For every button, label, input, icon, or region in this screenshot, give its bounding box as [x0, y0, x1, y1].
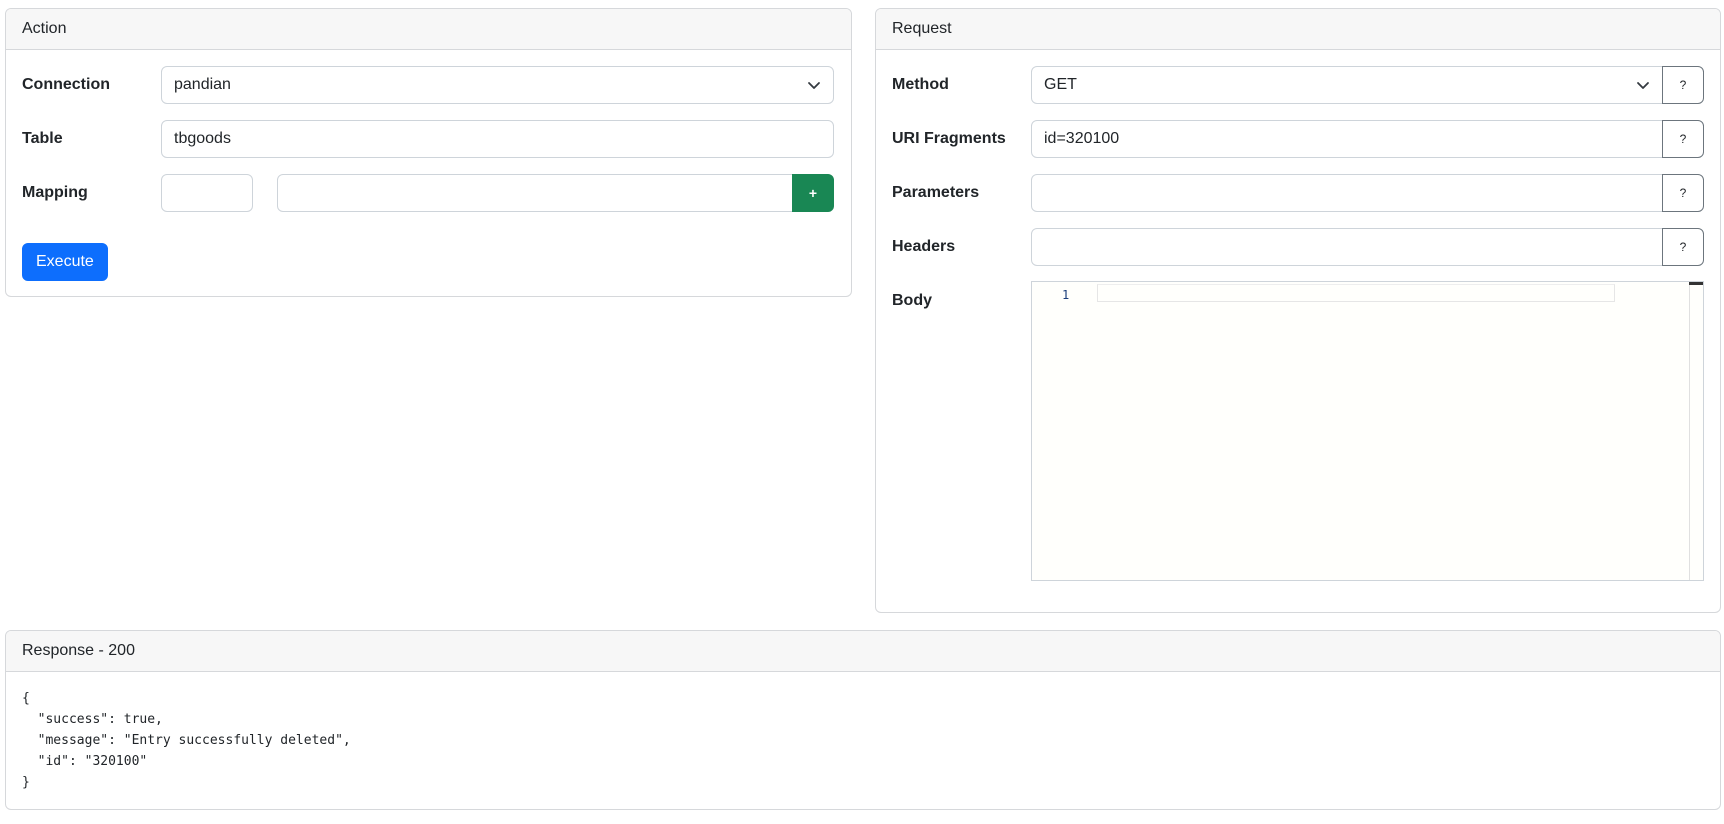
method-select-value: GET — [1044, 76, 1077, 93]
response-body: { "success": true, "message": "Entry suc… — [22, 691, 351, 790]
uri-fragments-help-button[interactable]: ? — [1662, 120, 1704, 158]
action-panel: Action Connection pandian Table tbgoods … — [5, 8, 852, 297]
method-help-button[interactable]: ? — [1662, 66, 1704, 104]
uri-fragments-label: URI Fragments — [892, 130, 1006, 147]
body-code-editor[interactable]: 1 — [1031, 281, 1704, 581]
headers-row: Headers ? — [876, 228, 1720, 266]
parameters-label: Parameters — [892, 184, 980, 201]
mapping-row: Mapping + — [6, 174, 851, 212]
parameters-input[interactable] — [1031, 174, 1663, 212]
uri-fragments-row: URI Fragments id=320100 ? — [876, 120, 1720, 158]
connection-select-value: pandian — [174, 76, 231, 93]
table-input-value: tbgoods — [174, 130, 231, 147]
action-panel-header: Action — [6, 9, 851, 50]
table-label: Table — [22, 130, 63, 147]
headers-label: Headers — [892, 238, 956, 255]
execute-button[interactable]: Execute — [22, 243, 108, 281]
mapping-label: Mapping — [22, 184, 88, 201]
connection-row: Connection pandian — [6, 66, 851, 104]
mapping-value-input[interactable] — [277, 174, 793, 212]
request-panel: Request Method GET ? URI Fragments id=32… — [875, 8, 1721, 613]
table-row: Table tbgoods — [6, 120, 851, 158]
chevron-down-icon — [1637, 82, 1649, 89]
editor-scrollbar-thumb[interactable] — [1689, 282, 1703, 285]
chevron-down-icon — [808, 82, 820, 89]
headers-input[interactable] — [1031, 228, 1663, 266]
body-label: Body — [892, 292, 932, 309]
uri-fragments-input[interactable]: id=320100 — [1031, 120, 1663, 158]
response-panel: Response - 200 { "success": true, "messa… — [5, 630, 1721, 810]
editor-scrollbar[interactable] — [1689, 282, 1703, 580]
uri-fragments-value: id=320100 — [1044, 130, 1120, 147]
request-panel-header: Request — [876, 9, 1720, 50]
headers-help-button[interactable]: ? — [1662, 228, 1704, 266]
connection-label: Connection — [22, 76, 110, 93]
mapping-key-input[interactable] — [161, 174, 253, 212]
method-row: Method GET ? — [876, 66, 1720, 104]
method-label: Method — [892, 76, 949, 93]
table-input[interactable]: tbgoods — [161, 120, 834, 158]
add-mapping-button[interactable]: + — [792, 174, 834, 212]
active-line-highlight — [1097, 284, 1615, 302]
parameters-row: Parameters ? — [876, 174, 1720, 212]
parameters-help-button[interactable]: ? — [1662, 174, 1704, 212]
method-select[interactable]: GET — [1031, 66, 1663, 104]
response-panel-header: Response - 200 — [6, 631, 1720, 672]
connection-select[interactable]: pandian — [161, 66, 834, 104]
line-number: 1 — [1062, 288, 1070, 302]
